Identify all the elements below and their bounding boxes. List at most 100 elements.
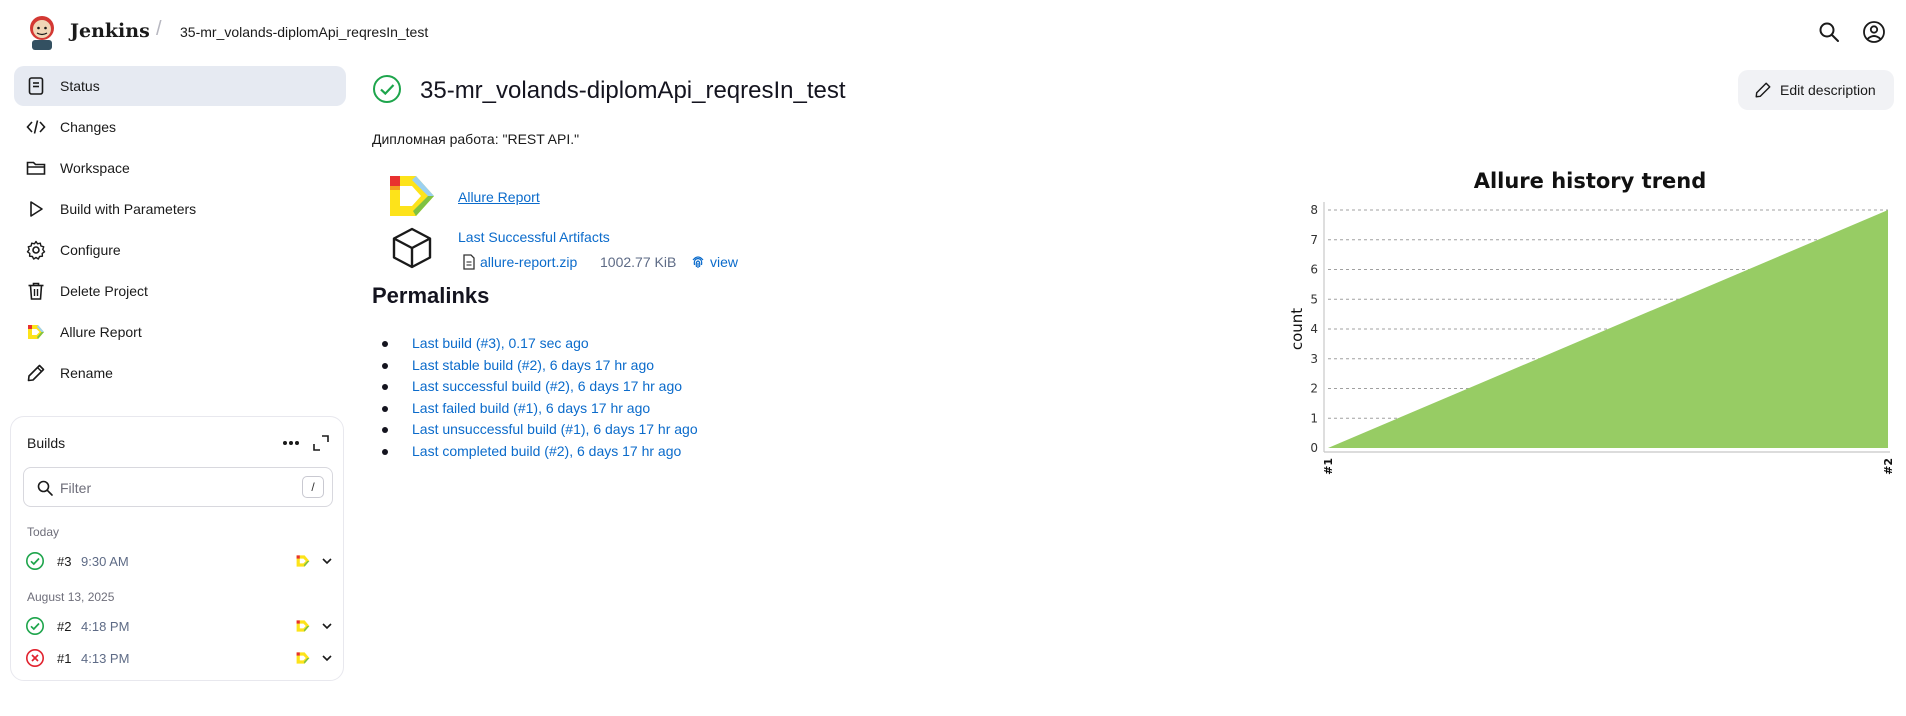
sidebar-item-rename[interactable]: Rename	[14, 353, 346, 393]
permalink-item: Last failed build (#1), 6 days 17 hr ago	[382, 400, 698, 422]
chevron-down-icon[interactable]	[321, 620, 333, 632]
fingerprint-icon[interactable]	[690, 254, 706, 270]
builds-filter-input[interactable]	[60, 477, 280, 499]
package-icon	[392, 227, 432, 269]
allure-icon	[28, 325, 44, 339]
sidebar-item-label: Delete Project	[60, 283, 148, 299]
jenkins-logo-icon[interactable]	[26, 14, 58, 50]
sidebar-item-allure-report[interactable]: Allure Report	[14, 312, 346, 352]
filter-shortcut-key: /	[302, 476, 324, 498]
artifact-view-link[interactable]: view	[710, 254, 738, 270]
sidebar-item-build-with-parameters[interactable]: Build with Parameters	[14, 189, 346, 229]
sidebar-item-label: Status	[60, 78, 100, 94]
builds-filter-field[interactable]: /	[23, 467, 333, 507]
permalink-last-unsuccessful-build[interactable]: Last unsuccessful build (#1), 6 days 17 …	[412, 421, 698, 437]
allure-report-icon[interactable]	[388, 174, 436, 218]
build-row[interactable]: #2 4:18 PM	[21, 612, 337, 640]
chart-y-tick-label: 8	[1310, 203, 1318, 217]
permalink-item: Last build (#3), 0.17 sec ago	[382, 335, 698, 357]
gear-icon	[26, 240, 46, 260]
breadcrumb-separator: /	[156, 18, 162, 40]
build-number: #3	[57, 554, 72, 569]
code-icon	[26, 120, 46, 134]
artifact-file-size: 1002.77 KiB	[600, 254, 677, 270]
project-description: Дипломная работа: "REST API."	[372, 131, 580, 147]
build-row[interactable]: #3 9:30 AM	[21, 547, 337, 575]
sidebar-item-label: Workspace	[60, 160, 130, 176]
builds-panel: Builds / Today #3 9:30 AM August 13, 202…	[10, 416, 344, 681]
pencil-icon	[27, 364, 45, 382]
user-icon[interactable]	[1862, 20, 1886, 44]
chart-y-tick-label: 6	[1310, 263, 1318, 277]
play-icon	[30, 201, 43, 217]
build-time: 4:13 PM	[81, 651, 130, 666]
chart-title: Allure history trend	[1474, 169, 1707, 193]
build-row[interactable]: #1 4:13 PM	[21, 644, 337, 672]
chart-y-tick-label: 4	[1310, 322, 1318, 336]
permalink-item: Last successful build (#2), 6 days 17 hr…	[382, 378, 698, 400]
sidebar-item-label: Rename	[60, 365, 113, 381]
builds-title: Builds	[27, 435, 66, 451]
breadcrumb-project[interactable]: 35-mr_volands-diplomApi_reqresIn_test	[180, 24, 428, 40]
status-icon	[28, 77, 44, 95]
search-icon[interactable]	[1817, 20, 1841, 44]
top-header: Jenkins / 35-mr_volands-diplomApi_reqres…	[0, 0, 1906, 64]
permalink-last-build[interactable]: Last build (#3), 0.17 sec ago	[412, 335, 589, 351]
sidebar-item-label: Build with Parameters	[60, 201, 197, 217]
build-group-label: Today	[27, 525, 60, 539]
last-successful-artifacts-link[interactable]: Last Successful Artifacts	[458, 229, 610, 245]
sidebar-item-label: Allure Report	[60, 324, 142, 340]
permalink-item: Last stable build (#2), 6 days 17 hr ago	[382, 357, 698, 379]
permalink-item: Last completed build (#2), 6 days 17 hr …	[382, 443, 698, 465]
permalink-last-stable-build[interactable]: Last stable build (#2), 6 days 17 hr ago	[412, 357, 654, 373]
chart-y-tick-label: 7	[1310, 233, 1318, 247]
success-status-icon	[373, 75, 401, 103]
sidebar: Status Changes Workspace Build with Para…	[14, 66, 346, 394]
brand-name[interactable]: Jenkins	[70, 20, 150, 42]
build-group-label: August 13, 2025	[27, 590, 115, 604]
permalink-last-successful-build[interactable]: Last successful build (#2), 6 days 17 hr…	[412, 378, 682, 394]
allure-history-trend-chart[interactable]: Allure history trend count 0 1 2 3 4 5 6 7 8 #1 #2	[1280, 162, 1900, 480]
build-number: #1	[57, 651, 72, 666]
sidebar-item-configure[interactable]: Configure	[14, 230, 346, 270]
chart-y-axis-label: count	[1288, 308, 1306, 350]
chevron-down-icon[interactable]	[321, 652, 333, 664]
trash-icon	[28, 282, 44, 300]
more-options-icon[interactable]	[279, 431, 303, 455]
sidebar-item-status[interactable]: Status	[14, 66, 346, 106]
artifact-file-link[interactable]: allure-report.zip	[480, 254, 577, 270]
allure-icon[interactable]	[295, 618, 311, 634]
build-time: 9:30 AM	[81, 554, 129, 569]
folder-icon	[26, 161, 46, 175]
permalink-item: Last unsuccessful build (#1), 6 days 17 …	[382, 421, 698, 443]
success-icon	[26, 552, 44, 570]
sidebar-item-changes[interactable]: Changes	[14, 107, 346, 147]
permalink-last-completed-build[interactable]: Last completed build (#2), 6 days 17 hr …	[412, 443, 681, 459]
pencil-icon	[1755, 82, 1771, 98]
chart-x-tick-label: #1	[1322, 458, 1335, 475]
permalinks-heading: Permalinks	[372, 283, 490, 308]
sidebar-item-delete-project[interactable]: Delete Project	[14, 271, 346, 311]
expand-icon[interactable]	[311, 433, 331, 453]
build-number: #2	[57, 619, 72, 634]
allure-icon[interactable]	[295, 650, 311, 666]
permalink-last-failed-build[interactable]: Last failed build (#1), 6 days 17 hr ago	[412, 400, 650, 416]
page-title: 35-mr_volands-diplomApi_reqresIn_test	[420, 77, 846, 104]
sidebar-item-label: Changes	[60, 119, 117, 135]
chart-y-tick-label: 2	[1310, 382, 1318, 396]
file-icon	[463, 254, 475, 270]
edit-description-button[interactable]: Edit description	[1738, 70, 1894, 110]
chart-y-tick-label: 0	[1310, 441, 1318, 455]
chart-y-tick-label: 1	[1310, 411, 1318, 425]
chevron-down-icon[interactable]	[321, 555, 333, 567]
success-icon	[26, 617, 44, 635]
chart-y-tick-label: 5	[1310, 292, 1318, 306]
sidebar-item-label: Configure	[60, 242, 121, 258]
allure-report-link[interactable]: Allure Report	[458, 189, 540, 205]
edit-description-label: Edit description	[1780, 82, 1876, 98]
allure-icon[interactable]	[295, 553, 311, 569]
build-time: 4:18 PM	[81, 619, 130, 634]
chart-x-tick-label: #2	[1882, 458, 1895, 475]
chart-y-tick-label: 3	[1310, 352, 1318, 366]
sidebar-item-workspace[interactable]: Workspace	[14, 148, 346, 188]
